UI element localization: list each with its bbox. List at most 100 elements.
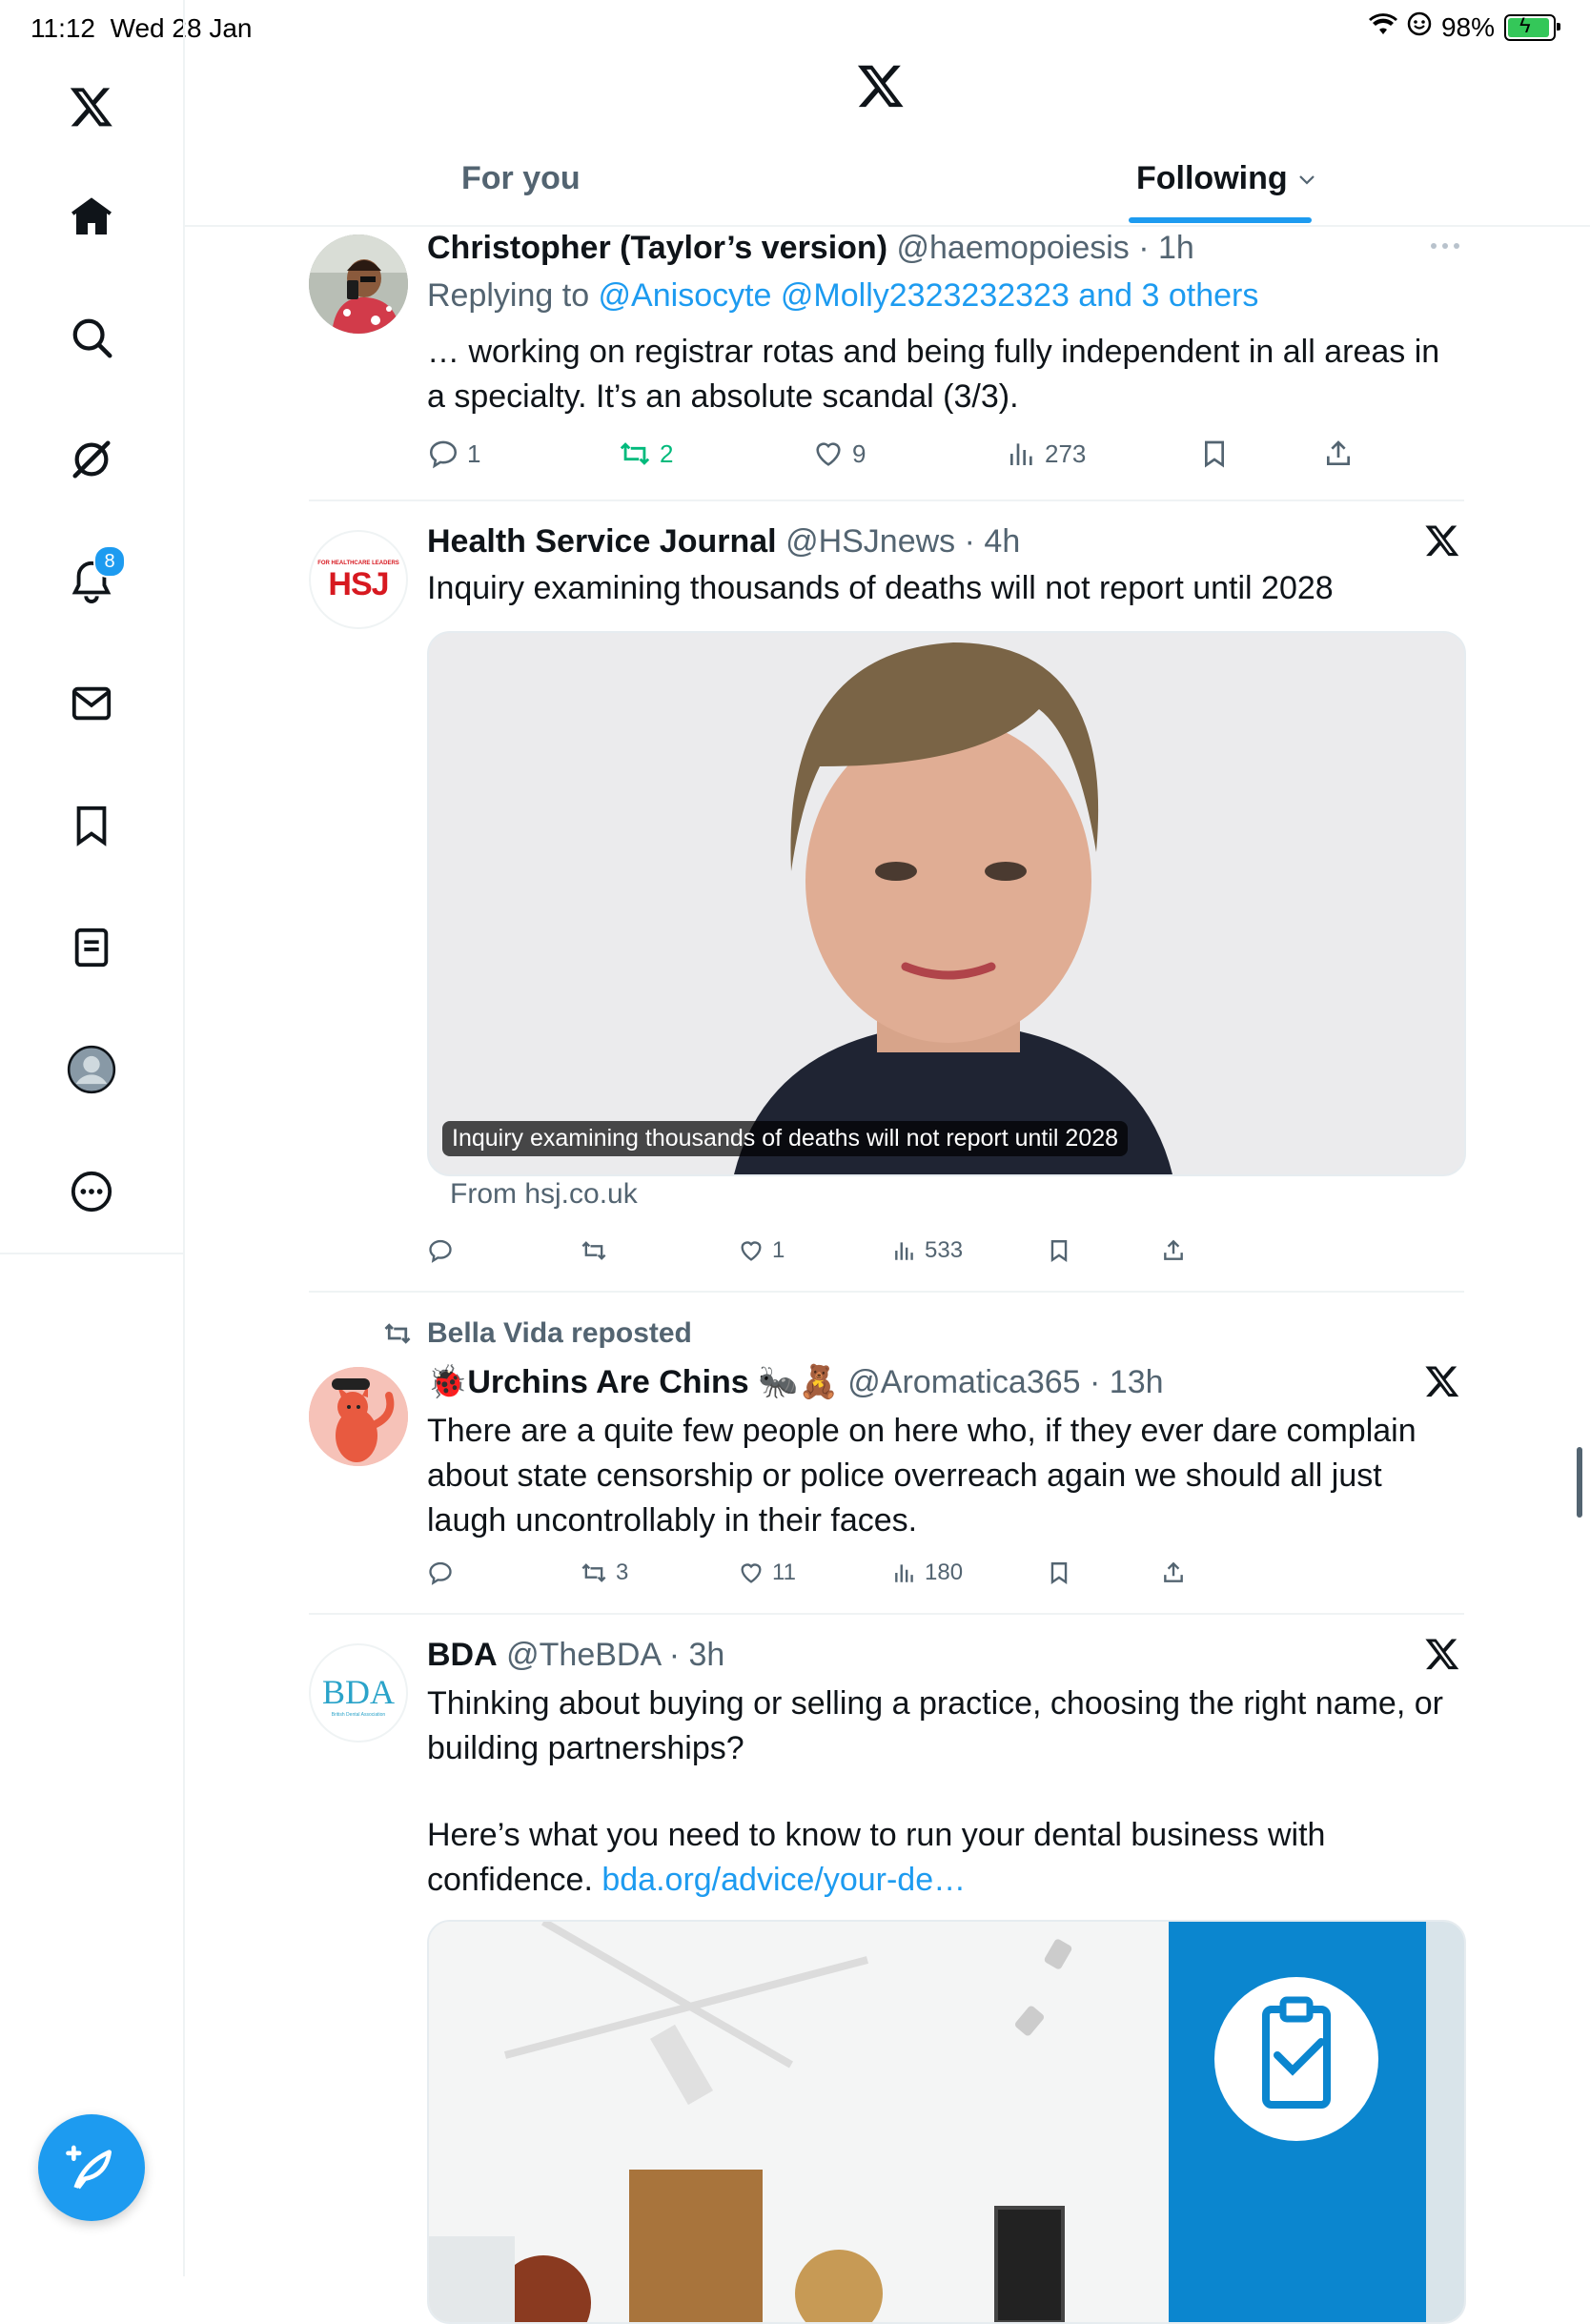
compose-post-button[interactable] <box>38 2114 145 2221</box>
tweet-image[interactable] <box>427 631 1466 1176</box>
profile-avatar-icon[interactable] <box>61 1039 122 1100</box>
tweet-divider <box>309 499 1464 501</box>
tweet-author-name[interactable]: Urchins Are Chins <box>467 1364 748 1400</box>
link-source[interactable]: From hsj.co.uk <box>450 1178 638 1211</box>
share-button[interactable] <box>1161 1560 1186 1585</box>
views-chart-icon <box>895 1564 913 1582</box>
bookmark-button[interactable] <box>1199 438 1230 469</box>
tweet-author-name[interactable]: Health Service Journal <box>427 523 777 560</box>
tweet-text: Thinking about buying or selling a pract… <box>427 1685 1443 1766</box>
heart-icon <box>816 442 841 466</box>
feather-plus-icon <box>66 2145 112 2190</box>
reply-count: 1 <box>467 438 481 468</box>
tweet-handle[interactable]: @HSJnews <box>785 523 955 560</box>
repost-button[interactable] <box>580 1237 616 1264</box>
tweet-time[interactable]: 1h <box>1158 230 1194 266</box>
sidebar-divider <box>0 1253 183 1254</box>
notifications-badge: 8 <box>93 545 126 578</box>
bookmark-icon <box>1050 1562 1068 1585</box>
like-count: 1 <box>772 1237 785 1263</box>
scroll-indicator[interactable] <box>1577 1447 1582 1518</box>
portrait-photo <box>429 633 1464 1174</box>
replying-to-prefix: Replying to <box>427 277 599 314</box>
tweet-text: Inquiry examining thousands of deaths wi… <box>427 570 1334 606</box>
avatar-hsj[interactable]: FOR HEALTHCARE LEADERS HSJ <box>309 530 408 629</box>
tab-following[interactable]: Following <box>1136 160 1316 197</box>
bookmarks-icon[interactable] <box>61 795 122 856</box>
bookmark-button[interactable] <box>1047 1238 1071 1263</box>
view-count: 180 <box>925 1560 964 1585</box>
tweet-time[interactable]: 13h <box>1110 1364 1164 1400</box>
share-button[interactable] <box>1161 1238 1186 1263</box>
avatar-subtext: British Dental Association <box>331 1712 386 1718</box>
like-button[interactable]: 9 <box>812 438 866 470</box>
replying-to: Replying to @Anisocyte @Molly2323232323 … <box>427 273 1258 318</box>
search-icon[interactable] <box>61 307 122 368</box>
tweet-text-continued: Here’s what you need to know to run your… <box>427 1813 1380 1903</box>
reply-icon <box>429 1561 452 1585</box>
views-button[interactable]: 273 <box>1007 438 1086 469</box>
share-button[interactable] <box>1323 438 1354 469</box>
reply-icon <box>429 440 458 469</box>
battery-icon: ϟ <box>1504 13 1560 41</box>
avatar[interactable] <box>309 234 408 334</box>
repost-button[interactable]: 3 <box>580 1560 628 1586</box>
x-badge-icon[interactable] <box>1424 522 1466 564</box>
like-count: 11 <box>772 1560 796 1585</box>
repost-icon <box>581 1563 606 1582</box>
tweet-handle[interactable]: @Aromatica365 <box>847 1364 1080 1400</box>
header-x-logo-icon[interactable] <box>856 61 917 122</box>
bookmark-icon <box>1050 1240 1068 1263</box>
avatar-logo-text: BDA <box>321 1673 395 1711</box>
repost-count: 3 <box>616 1560 629 1585</box>
avatar-bda[interactable]: BDA British Dental Association <box>309 1643 408 1743</box>
active-tab-indicator <box>1129 217 1312 223</box>
bookmark-button[interactable] <box>1047 1560 1071 1585</box>
tweet-handle[interactable]: @haemopoiesis <box>896 230 1129 266</box>
reply-button[interactable]: 1 <box>427 438 480 470</box>
tweet-handle[interactable]: @TheBDA <box>506 1637 660 1673</box>
tweet-header: Health Service Journal @HSJnews · 4h <box>427 523 1021 560</box>
like-button[interactable]: 11 <box>738 1560 796 1586</box>
grok-icon[interactable] <box>61 429 122 490</box>
tweet-divider <box>309 1613 1464 1615</box>
tab-for-you[interactable]: For you <box>461 160 581 197</box>
reposted-by[interactable]: Bella Vida reposted <box>427 1317 692 1350</box>
dental-practice-photo <box>429 1922 1464 2322</box>
lists-icon[interactable] <box>61 917 122 978</box>
tweet-text: There are a quite few people on here who… <box>427 1413 1417 1539</box>
tab-following-label: Following <box>1136 160 1288 196</box>
tweet-image[interactable] <box>427 1920 1466 2324</box>
tweet-author-name[interactable]: BDA <box>427 1637 498 1673</box>
share-icon <box>1327 440 1350 465</box>
more-options-icon[interactable] <box>61 1161 122 1222</box>
notifications-bell-icon[interactable]: 8 <box>61 545 126 612</box>
replying-to-users[interactable]: @Anisocyte @Molly2323232323 and 3 others <box>599 277 1259 314</box>
x-badge-icon[interactable] <box>1424 1363 1466 1405</box>
like-count: 9 <box>852 438 866 468</box>
tweet-header: Christopher (Taylor’s version) @haemopoi… <box>427 230 1194 266</box>
tweet-time[interactable]: 3h <box>688 1637 724 1673</box>
x-badge-icon[interactable] <box>1424 1636 1466 1678</box>
repost-count: 2 <box>660 438 674 468</box>
tweet-author-name[interactable]: Christopher (Taylor’s version) <box>427 230 887 266</box>
views-button[interactable]: 180 <box>892 1560 963 1586</box>
messages-envelope-icon[interactable] <box>61 673 122 734</box>
repost-icon <box>581 1241 606 1260</box>
tweet-header: 🐞Urchins Are Chins 🐜🧸 @Aromatica365 · 13… <box>427 1364 1164 1400</box>
reply-icon <box>429 1239 452 1263</box>
heart-icon <box>741 1563 762 1583</box>
views-button[interactable]: 533 <box>892 1237 963 1264</box>
more-icon[interactable] <box>1430 238 1460 255</box>
tweet-link[interactable]: bda.org/advice/your-de… <box>601 1862 966 1898</box>
tweet-time[interactable]: 4h <box>984 523 1020 560</box>
like-button[interactable]: 1 <box>738 1237 785 1264</box>
x-logo-icon[interactable] <box>61 76 122 137</box>
repost-button[interactable]: 2 <box>618 438 673 470</box>
reply-button[interactable] <box>427 1237 461 1264</box>
avatar[interactable] <box>309 1367 408 1466</box>
tweet-header: BDA @TheBDA · 3h <box>427 1637 725 1673</box>
home-icon[interactable] <box>61 187 122 248</box>
reply-button[interactable] <box>427 1560 461 1586</box>
tweet-actions: 3 11 180 <box>427 1554 1476 1592</box>
